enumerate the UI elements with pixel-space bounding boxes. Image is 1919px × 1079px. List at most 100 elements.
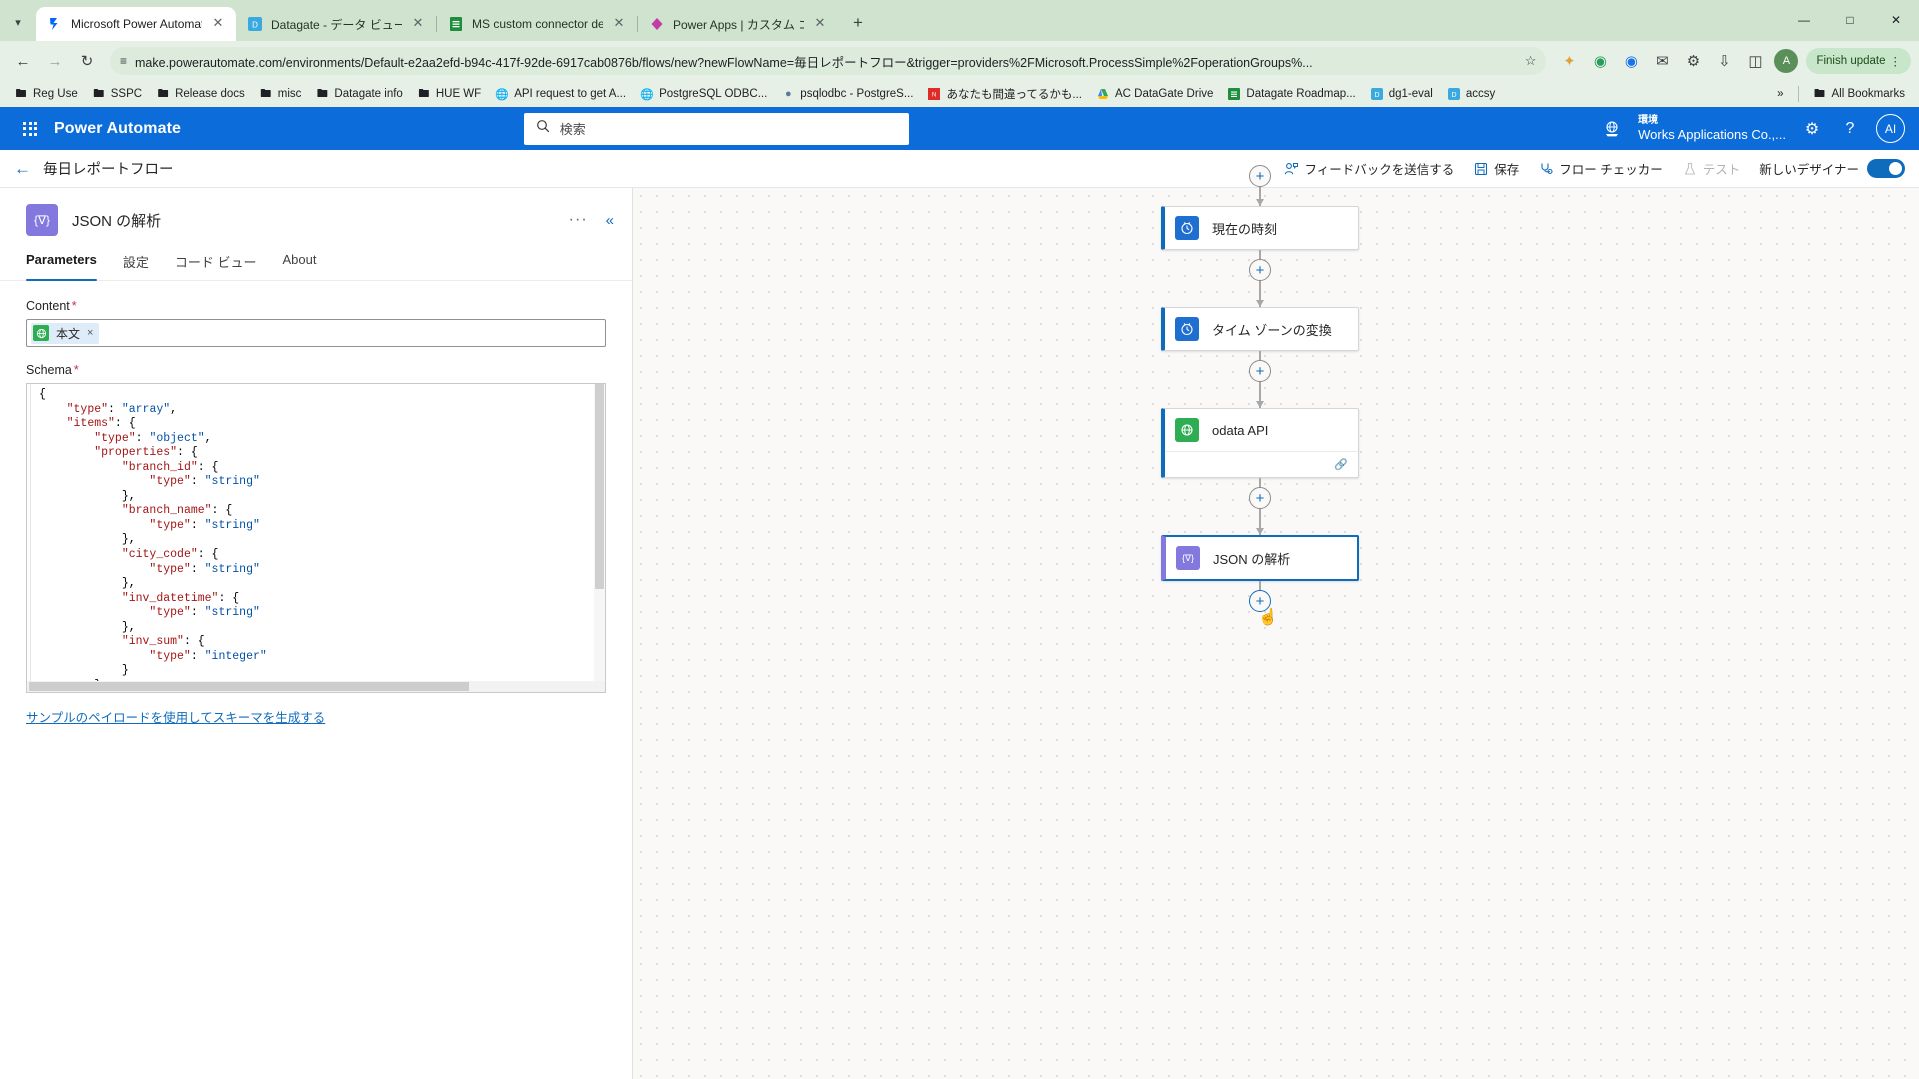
flow-node-odata-api[interactable]: odata API 🔗 <box>1161 408 1359 478</box>
browser-tab-1[interactable]: D Datagate - データ ビューアー ✕ <box>236 7 436 41</box>
global-search-box[interactable]: 検索 <box>523 112 909 145</box>
more-options-icon[interactable]: ··· <box>569 211 588 229</box>
add-step-button[interactable]: + <box>1249 360 1271 382</box>
flow-node-convert-time-zone[interactable]: タイム ゾーンの変換 <box>1161 307 1359 351</box>
minimize-button[interactable]: — <box>1781 5 1827 35</box>
node-row: {∇} JSON の解析 <box>1166 537 1357 579</box>
editor-horizontal-scrollbar[interactable] <box>27 681 605 692</box>
flow-canvas[interactable]: + 現在の時刻 + タイム ゾーンの変換 + odata API 🔗 + {∇}… <box>633 165 1919 1079</box>
power-automate-app: Power Automate 検索 環境 Works Applications … <box>0 107 1919 1079</box>
flow-node-current-time[interactable]: 現在の時刻 <box>1161 206 1359 250</box>
content-token[interactable]: 本文 × <box>31 322 100 344</box>
bookmark-item[interactable]: Daccsy <box>1441 85 1501 103</box>
bookmark-item[interactable]: ● psqlodbc - PostgreS... <box>775 85 919 103</box>
user-avatar[interactable]: AI <box>1876 114 1905 143</box>
close-icon[interactable]: ✕ <box>812 16 828 32</box>
bookmark-item[interactable]: AC DataGate Drive <box>1090 85 1219 103</box>
gear-icon[interactable]: ⚙ <box>1794 111 1830 147</box>
side-panel-icon[interactable]: ◫ <box>1740 46 1770 76</box>
bookmark-item[interactable]: 🖿 misc <box>253 85 308 103</box>
translate-icon[interactable]: ◉ <box>1616 46 1646 76</box>
bookmark-item[interactable]: 🖿 Datagate info <box>309 85 408 103</box>
environment-selector[interactable]: 環境 Works Applications Co.,... <box>1632 115 1792 142</box>
generate-schema-from-sample-link[interactable]: サンプルのペイロードを使用してスキーマを生成する <box>26 707 325 726</box>
node-row: タイム ゾーンの変換 <box>1165 308 1358 350</box>
finish-update-button[interactable]: Finish update ⋮ <box>1806 48 1911 74</box>
bookmark-item[interactable]: 🌐 PostgreSQL ODBC... <box>634 85 773 103</box>
reload-icon[interactable]: ↻ <box>72 46 102 76</box>
new-designer-toggle-group[interactable]: 新しいデザイナー <box>1759 159 1905 178</box>
overflow-label: » <box>1777 88 1784 100</box>
bookmark-item[interactable]: 🖿 SSPC <box>86 85 148 103</box>
remove-token-icon[interactable]: × <box>87 327 93 339</box>
back-icon[interactable]: ← <box>8 46 38 76</box>
bookmark-star-icon[interactable]: ☆ <box>1525 53 1537 69</box>
tab-title: Microsoft Power Automate <box>71 17 202 31</box>
test-button[interactable]: テスト <box>1674 155 1750 182</box>
browser-tab-3[interactable]: Power Apps | カスタム コネクタ ✕ <box>638 7 838 41</box>
required-asterisk: * <box>73 363 79 377</box>
downloads-icon[interactable]: ⇩ <box>1709 46 1739 76</box>
close-window-button[interactable]: ✕ <box>1873 5 1919 35</box>
bookmark-item[interactable]: 🖿 Release docs <box>150 85 251 103</box>
close-icon[interactable]: ✕ <box>611 16 627 32</box>
maximize-button[interactable]: □ <box>1827 5 1873 35</box>
grammarly-icon[interactable]: ◉ <box>1585 46 1615 76</box>
panel-tabs: Parameters 設定 コード ビュー About <box>0 242 632 281</box>
browser-tab-2[interactable]: MS custom connector demo m ✕ <box>437 7 637 41</box>
bookmark-item[interactable]: N あなたも間違ってるかも... <box>921 84 1088 104</box>
site-settings-icon[interactable]: ≡ <box>120 54 127 68</box>
extensions-icon[interactable]: ⚙ <box>1678 46 1708 76</box>
profile-avatar[interactable]: A <box>1771 46 1801 76</box>
all-bookmarks-button[interactable]: 🖿 All Bookmarks <box>1807 85 1912 103</box>
bookmarks-divider <box>1797 86 1799 102</box>
tab-about[interactable]: About <box>282 252 316 280</box>
new-tab-button[interactable]: + <box>844 9 872 37</box>
content-input[interactable]: 本文 × <box>26 319 606 347</box>
close-icon[interactable]: ✕ <box>210 16 226 32</box>
browser-tab-0[interactable]: Microsoft Power Automate ✕ <box>36 7 236 41</box>
flow-connector-top: + <box>1161 165 1359 206</box>
folder-icon: 🖿 <box>316 87 328 100</box>
messaging-icon[interactable]: ✉ <box>1647 46 1677 76</box>
flow-node-parse-json[interactable]: {∇} JSON の解析 <box>1161 535 1359 581</box>
tab-settings[interactable]: 設定 <box>123 252 149 280</box>
schema-code-text[interactable]: { "type": "array", "items": { "type": "o… <box>31 384 605 692</box>
collapse-panel-icon[interactable]: « <box>606 212 614 229</box>
new-designer-toggle[interactable] <box>1867 159 1905 178</box>
schema-code-editor[interactable]: { "type": "array", "items": { "type": "o… <box>26 383 606 693</box>
add-step-button[interactable]: + <box>1249 487 1271 509</box>
bookmarks-overflow-button[interactable]: » <box>1771 86 1789 102</box>
tab-search-icon[interactable]: ▾ <box>4 8 32 36</box>
back-arrow-icon[interactable]: ← <box>14 159 31 179</box>
bookmark-item[interactable]: 🖿 Reg Use <box>8 85 84 103</box>
tab-code-view[interactable]: コード ビュー <box>175 252 257 280</box>
tab-parameters[interactable]: Parameters <box>26 252 97 281</box>
app-brand-title[interactable]: Power Automate <box>54 120 181 138</box>
bookmark-item[interactable]: Datagate Roadmap... <box>1221 85 1361 103</box>
app-launcher-waffle-icon[interactable] <box>10 121 50 136</box>
add-step-button[interactable]: + <box>1249 259 1271 281</box>
editor-vertical-scrollbar[interactable] <box>594 384 605 692</box>
add-step-button[interactable]: + <box>1249 165 1271 187</box>
chevron-down-icon: ⋮ <box>1889 56 1902 68</box>
save-button[interactable]: 保存 <box>1465 155 1528 182</box>
forward-icon[interactable]: → <box>40 46 70 76</box>
scrollbar-thumb[interactable] <box>29 682 469 691</box>
extension-puzzle-icon[interactable]: ✦ <box>1554 46 1584 76</box>
address-bar[interactable]: ≡ make.powerautomate.com/environments/De… <box>110 47 1547 75</box>
tab-title: MS custom connector demo m <box>472 17 603 31</box>
close-icon[interactable]: ✕ <box>410 16 426 32</box>
bookmark-item[interactable]: Ddg1-eval <box>1364 85 1439 103</box>
link-icon[interactable]: 🔗 <box>1334 458 1348 471</box>
flow-name-title[interactable]: 毎日レポートフロー <box>43 158 174 179</box>
scrollbar-thumb[interactable] <box>595 384 604 589</box>
bookmark-item[interactable]: 🖿 HUE WF <box>411 85 487 103</box>
node-label: 現在の時刻 <box>1212 221 1278 237</box>
connector-arrow <box>1256 401 1264 408</box>
add-step-button-hovered[interactable]: + <box>1249 590 1271 612</box>
flow-checker-button[interactable]: フロー チェッカー <box>1530 155 1671 182</box>
avatar: A <box>1774 49 1799 73</box>
help-icon[interactable]: ? <box>1832 111 1868 147</box>
bookmark-item[interactable]: 🌐 API request to get A... <box>489 85 632 103</box>
